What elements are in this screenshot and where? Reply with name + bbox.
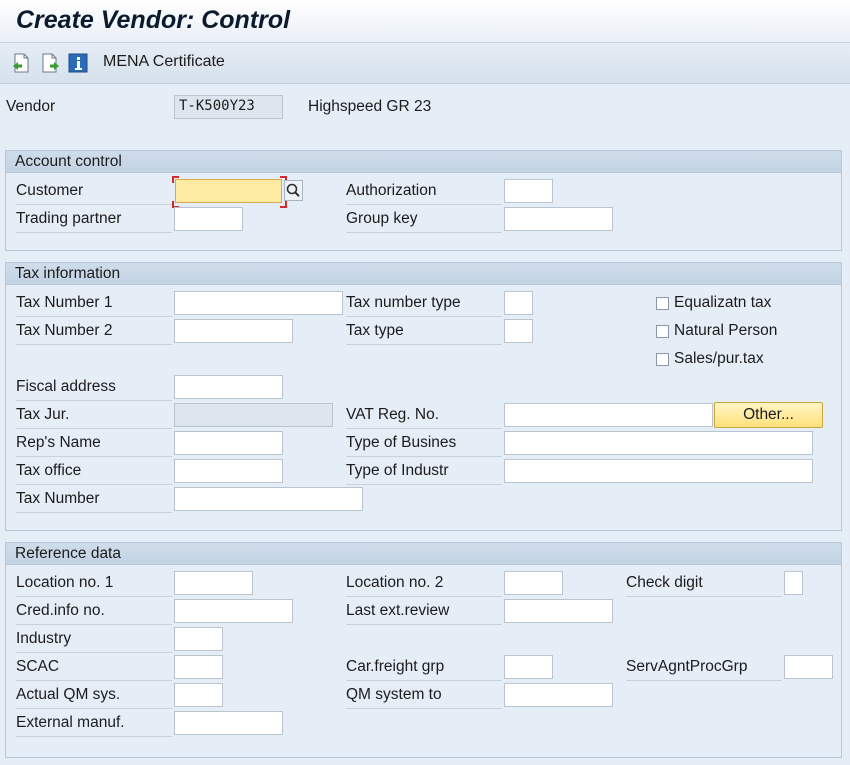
group-key-label: Group key — [346, 210, 502, 233]
trading-partner-input[interactable] — [174, 207, 243, 231]
equalization-tax-checkbox[interactable] — [656, 297, 669, 310]
location-no-1-label: Location no. 1 — [16, 574, 172, 597]
reps-name-input[interactable] — [174, 431, 283, 455]
tax-number-input[interactable] — [174, 487, 363, 511]
other-button[interactable]: Other... — [714, 402, 823, 428]
title-bar: Create Vendor: Control — [0, 0, 850, 43]
tax-number-type-label: Tax number type — [346, 294, 502, 317]
equalization-tax-label: Equalizatn tax — [674, 294, 772, 311]
tax-jur-field — [174, 403, 333, 427]
industry-label: Industry — [16, 630, 172, 653]
tax-number-label: Tax Number — [16, 490, 172, 513]
fiscal-address-label: Fiscal address — [16, 378, 172, 401]
location-no-2-label: Location no. 2 — [346, 574, 502, 597]
actual-qm-sys-input[interactable] — [174, 683, 223, 707]
focus-corner-tl — [172, 176, 179, 183]
car-freight-grp-input[interactable] — [504, 655, 553, 679]
sales-pur-tax-label: Sales/pur.tax — [674, 350, 764, 367]
last-ext-review-label: Last ext.review — [346, 602, 502, 625]
natural-person-checkbox[interactable] — [656, 325, 669, 338]
tax-office-input[interactable] — [174, 459, 283, 483]
vat-reg-no-input[interactable] — [504, 403, 713, 427]
tax-number-type-input[interactable] — [504, 291, 533, 315]
vendor-id-value: T-K500Y23 — [179, 98, 255, 114]
toolbar: MENA Certificate — [0, 43, 850, 84]
cred-info-no-input[interactable] — [174, 599, 293, 623]
info-icon[interactable] — [68, 52, 88, 74]
customer-label: Customer — [16, 182, 172, 205]
scac-label: SCAC — [16, 658, 172, 681]
tax-office-label: Tax office — [16, 462, 172, 485]
location-no-2-input[interactable] — [504, 571, 563, 595]
vendor-label: Vendor — [6, 98, 56, 115]
authorization-label: Authorization — [346, 182, 502, 205]
tax-number-2-label: Tax Number 2 — [16, 322, 172, 345]
sales-pur-tax-checkbox[interactable] — [656, 353, 669, 366]
vat-reg-no-label: VAT Reg. No. — [346, 406, 502, 429]
authorization-input[interactable] — [504, 179, 553, 203]
tax-number-2-input[interactable] — [174, 319, 293, 343]
qm-system-to-input[interactable] — [504, 683, 613, 707]
type-of-business-input[interactable] — [504, 431, 813, 455]
actual-qm-sys-label: Actual QM sys. — [16, 686, 172, 709]
magnifier-icon — [286, 183, 300, 197]
reference-data-header: Reference data — [6, 543, 841, 565]
serv-agnt-proc-grp-input[interactable] — [784, 655, 833, 679]
serv-agnt-proc-grp-label: ServAgntProcGrp — [626, 658, 782, 681]
tax-number-1-label: Tax Number 1 — [16, 294, 172, 317]
customer-input[interactable] — [175, 179, 282, 203]
qm-system-to-label: QM system to — [346, 686, 502, 709]
vendor-name: Highspeed GR 23 — [308, 98, 432, 115]
tax-type-label: Tax type — [346, 322, 502, 345]
tax-information-header: Tax information — [6, 263, 841, 285]
mena-certificate-button[interactable]: MENA Certificate — [103, 53, 225, 71]
scac-input[interactable] — [174, 655, 223, 679]
external-manuf-input[interactable] — [174, 711, 283, 735]
cred-info-no-label: Cred.info no. — [16, 602, 172, 625]
car-freight-grp-label: Car.freight grp — [346, 658, 502, 681]
account-control-header: Account control — [6, 151, 841, 173]
type-of-industry-input[interactable] — [504, 459, 813, 483]
location-no-1-input[interactable] — [174, 571, 253, 595]
check-digit-label: Check digit — [626, 574, 782, 597]
last-ext-review-input[interactable] — [504, 599, 613, 623]
customer-search-button[interactable] — [284, 180, 303, 201]
type-of-business-label: Type of Busines — [346, 434, 502, 457]
prev-screen-icon[interactable] — [12, 52, 32, 74]
page-title: Create Vendor: Control — [16, 6, 291, 34]
type-of-industry-label: Type of Industr — [346, 462, 502, 485]
tax-jur-label: Tax Jur. — [16, 406, 172, 429]
next-screen-icon[interactable] — [40, 52, 60, 74]
industry-input[interactable] — [174, 627, 223, 651]
tax-number-1-input[interactable] — [174, 291, 343, 315]
vendor-id-field: T-K500Y23 — [174, 95, 283, 119]
check-digit-input[interactable] — [784, 571, 803, 595]
group-key-input[interactable] — [504, 207, 613, 231]
fiscal-address-input[interactable] — [174, 375, 283, 399]
reps-name-label: Rep's Name — [16, 434, 172, 457]
external-manuf-label: External manuf. — [16, 714, 172, 737]
focus-corner-br — [280, 201, 287, 208]
trading-partner-label: Trading partner — [16, 210, 172, 233]
natural-person-label: Natural Person — [674, 322, 778, 339]
tax-type-input[interactable] — [504, 319, 533, 343]
